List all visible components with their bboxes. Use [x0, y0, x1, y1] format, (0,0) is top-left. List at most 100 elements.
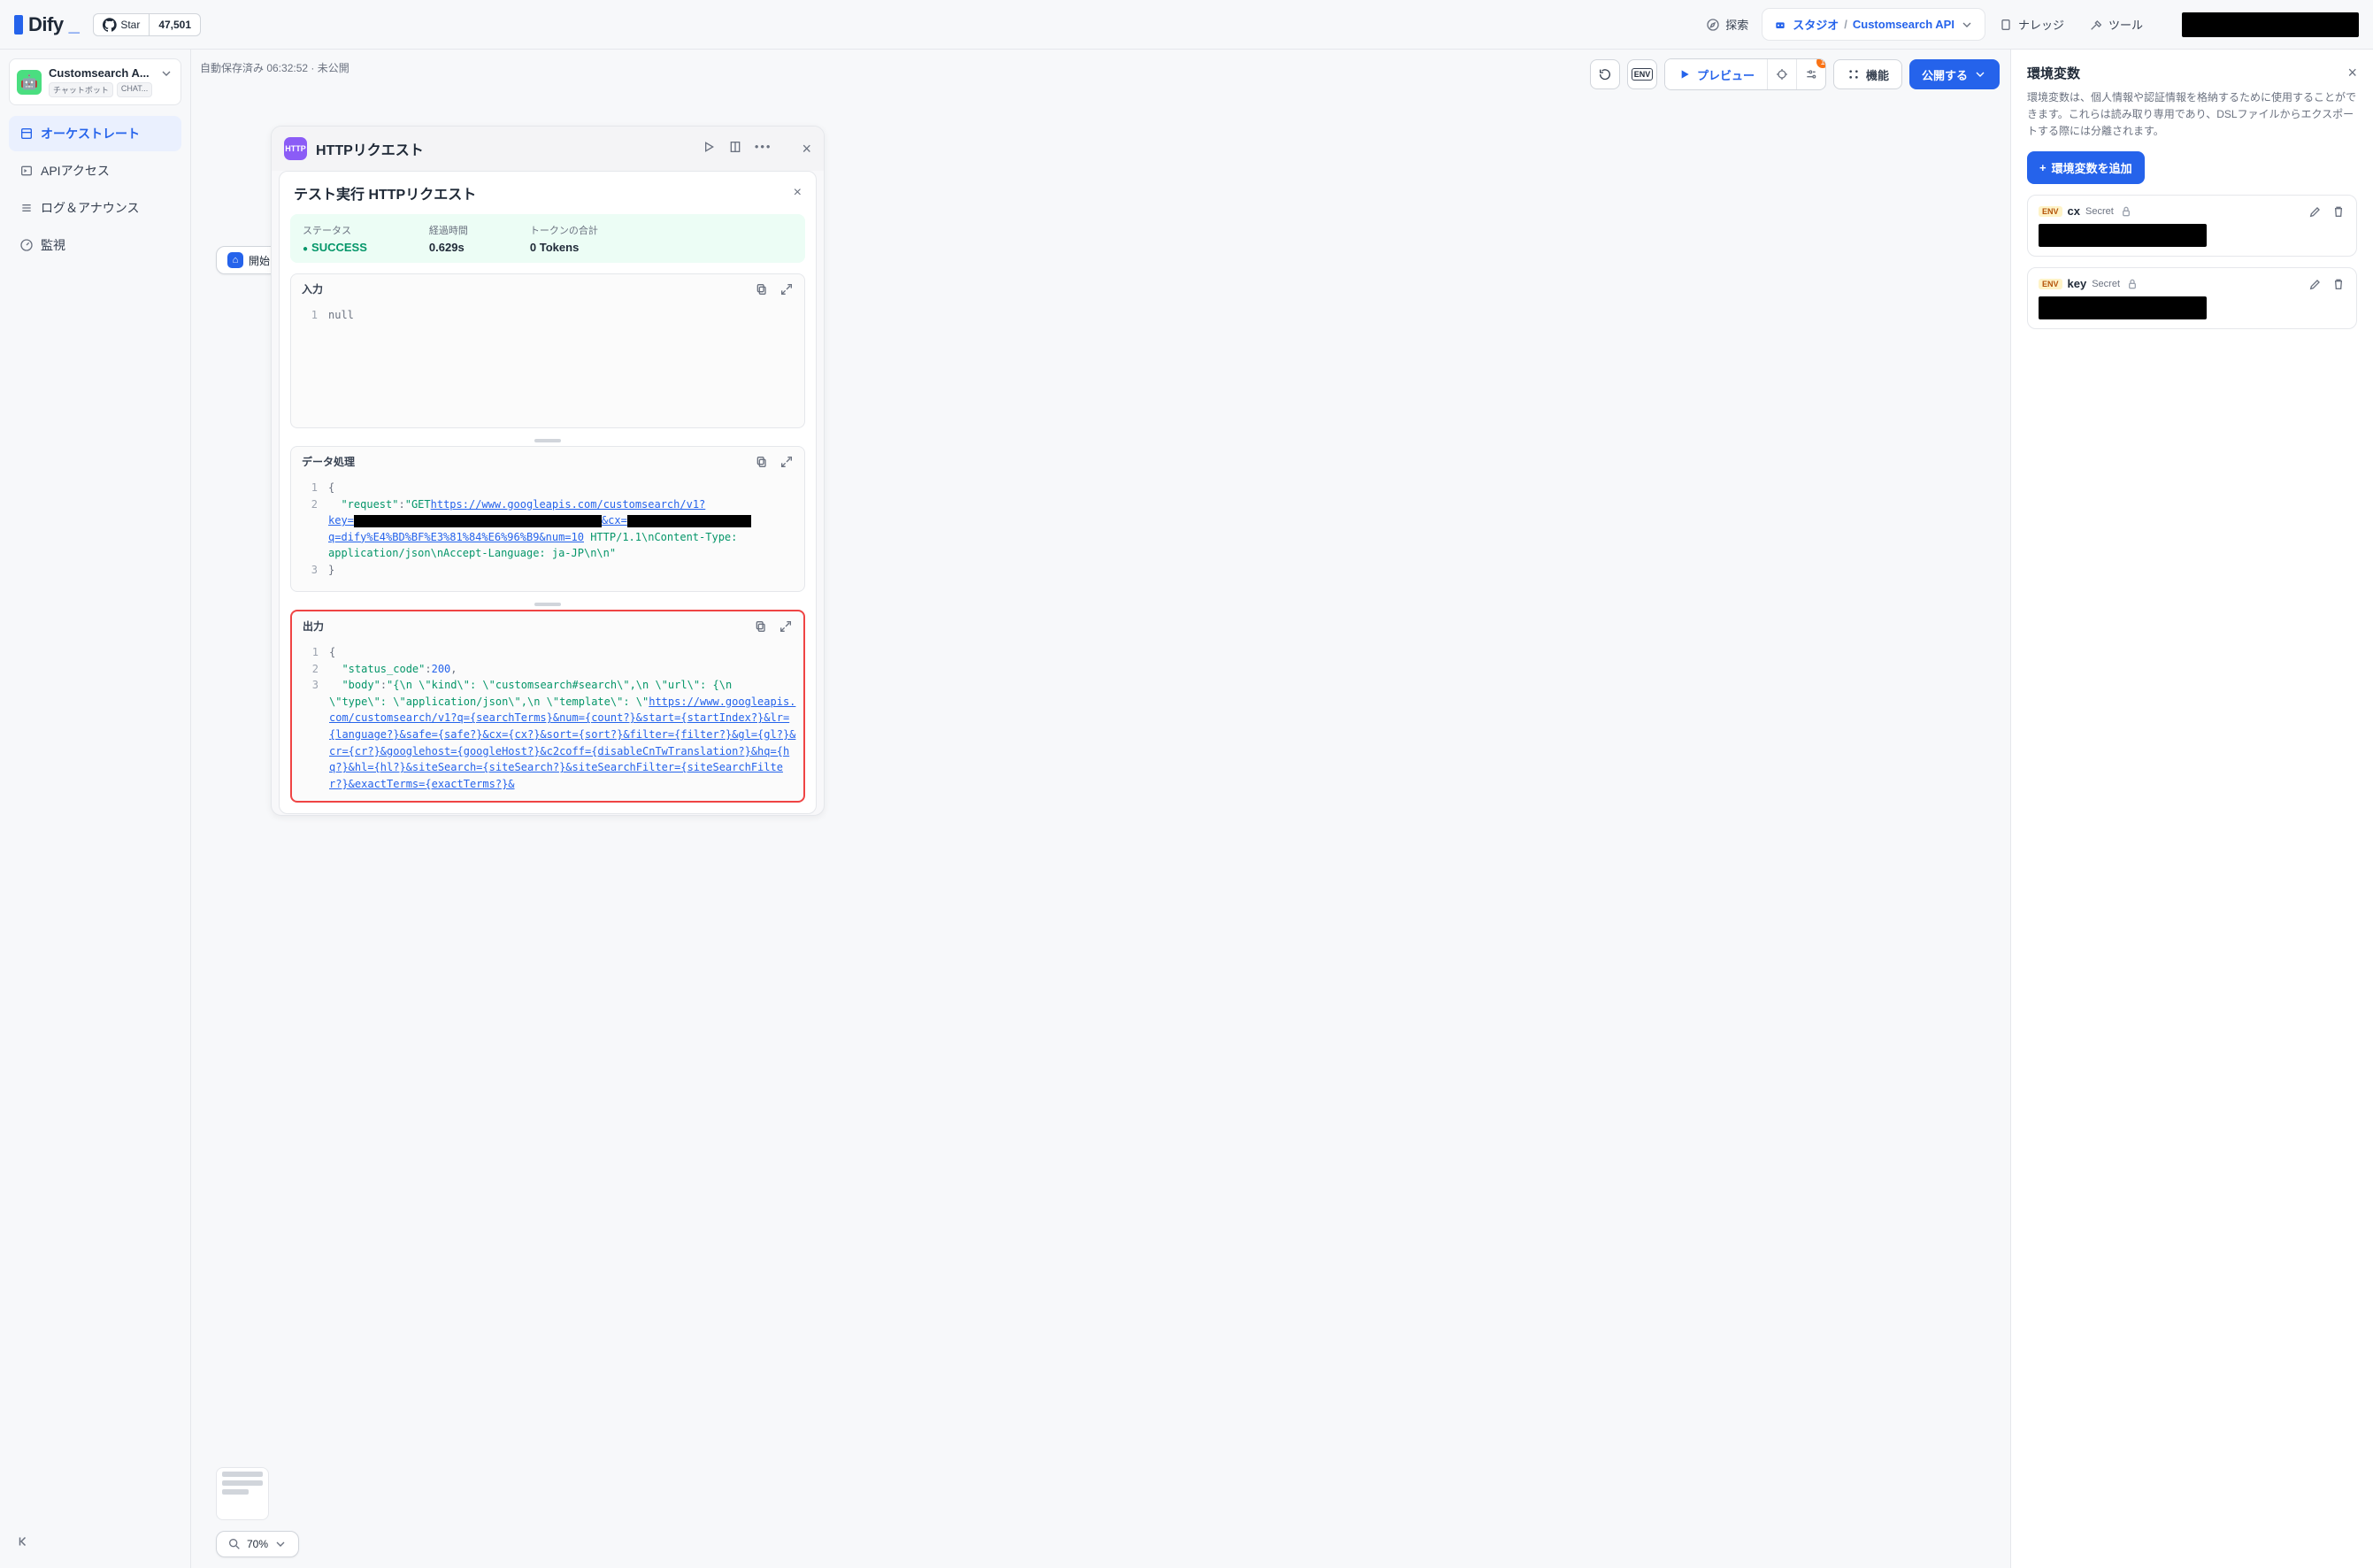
hammer-icon	[2089, 18, 2103, 32]
app-tag: CHAT...	[117, 82, 152, 97]
logo[interactable]: Dify_	[14, 13, 79, 36]
canvas[interactable]: 自動保存済み 06:32:52 · 未公開 ENV プレビュー 機能 公開する	[191, 50, 2010, 1568]
nav-studio[interactable]: スタジオ / Customsearch API	[1762, 9, 1985, 40]
sidebar-item-logs[interactable]: ログ＆アナウンス	[9, 190, 181, 226]
logo-stripe-icon	[14, 15, 23, 35]
compass-icon	[1706, 18, 1720, 32]
preview-button[interactable]: プレビュー	[1665, 59, 1767, 89]
app-switcher[interactable]: 🤖 Customsearch A... チャットボット CHAT...	[9, 58, 181, 105]
env-description: 環境変数は、個人情報や認証情報を格納するために使用することができます。これらは読…	[2027, 89, 2357, 141]
github-star-count: 47,501	[150, 15, 200, 35]
env-icon: ENV	[1632, 68, 1654, 81]
env-panel: 環境変数 × 環境変数は、個人情報や認証情報を格納するために使用することができま…	[2010, 50, 2373, 1568]
edit-icon[interactable]	[2308, 204, 2323, 219]
github-star-label: Star	[94, 14, 150, 35]
terminal-icon	[19, 164, 34, 178]
test-run-title: テスト実行 HTTPリクエスト	[294, 182, 476, 204]
bug-icon	[1775, 67, 1789, 81]
chevron-down-icon[interactable]	[159, 66, 173, 81]
nav-links: 探索 スタジオ / Customsearch API ナレッジ ツール	[1695, 9, 2154, 40]
github-star[interactable]: Star 47,501	[93, 13, 201, 36]
book-icon[interactable]	[728, 140, 742, 154]
nav-explore[interactable]: 探索	[1695, 9, 1759, 40]
sidebar: 🤖 Customsearch A... チャットボット CHAT... オーケス…	[0, 50, 191, 1568]
env-button[interactable]: ENV	[1627, 59, 1657, 89]
history-icon	[1598, 67, 1612, 81]
nav-knowledge[interactable]: ナレッジ	[1988, 9, 2075, 40]
sidebar-item-api[interactable]: APIアクセス	[9, 153, 181, 188]
minimap[interactable]	[216, 1467, 269, 1520]
trash-icon[interactable]	[2331, 277, 2346, 291]
http-panel-header: HTTP HTTPリクエスト ••• ×	[272, 127, 824, 171]
env-secret-label: Secret	[2092, 279, 2120, 289]
env-badge-icon: ENV	[2039, 279, 2062, 289]
robot-icon	[1773, 18, 1787, 32]
output-block: 出力 1{ 2 "status_code": 200, 3 "body": "{…	[290, 610, 805, 803]
env-var-value	[2039, 224, 2207, 247]
env-badge-icon: ENV	[2039, 206, 2062, 217]
env-var-row: ENV key Secret	[2027, 267, 2357, 329]
app-tag: チャットボット	[49, 82, 113, 97]
input-label: 入力	[302, 281, 323, 296]
test-run-panel: テスト実行 HTTPリクエスト × ステータス SUCCESS 経過時間 0.6…	[279, 171, 817, 814]
checklist-button[interactable]	[1797, 59, 1825, 89]
publish-button[interactable]: 公開する	[1909, 59, 2000, 89]
debug-button[interactable]	[1768, 59, 1796, 89]
nav-tools[interactable]: ツール	[2078, 9, 2154, 40]
tokens-label: トークンの合計	[530, 223, 598, 237]
add-env-var-button[interactable]: + 環境変数を追加	[2027, 151, 2145, 184]
sidebar-item-monitor[interactable]: 監視	[9, 227, 181, 263]
output-label: 出力	[303, 619, 324, 634]
sliders-icon	[1804, 67, 1818, 81]
env-secret-label: Secret	[2085, 206, 2114, 217]
expand-icon[interactable]	[779, 282, 794, 296]
copy-icon[interactable]	[754, 619, 768, 634]
input-value: null	[328, 307, 354, 324]
http-badge-icon: HTTP	[284, 137, 307, 160]
plus-icon: +	[2039, 161, 2047, 174]
chevron-down-icon[interactable]	[1960, 18, 1974, 32]
autosave-status: 自動保存済み 06:32:52 · 未公開	[200, 60, 349, 75]
env-var-name: key	[2068, 277, 2087, 290]
data-label: データ処理	[302, 454, 355, 469]
lock-icon	[2119, 204, 2133, 219]
document-icon	[1999, 18, 2013, 32]
breadcrumb-app: Customsearch API	[1853, 18, 1954, 31]
zoom-control[interactable]: 70%	[216, 1531, 299, 1557]
status-value: SUCCESS	[303, 241, 367, 254]
logo-text: Dify	[28, 13, 64, 36]
chevron-down-icon	[273, 1537, 288, 1551]
sidebar-item-orchestrate[interactable]: オーケストレート	[9, 116, 181, 151]
resize-grip[interactable]	[534, 439, 561, 442]
play-icon	[1678, 67, 1692, 81]
more-icon[interactable]: •••	[755, 140, 772, 158]
sidebar-collapse[interactable]	[9, 1526, 181, 1559]
play-icon[interactable]	[702, 140, 716, 154]
user-menu[interactable]	[2182, 12, 2359, 37]
breadcrumb-sep: /	[1844, 18, 1847, 31]
undo-history-button[interactable]	[1590, 59, 1620, 89]
input-block: 入力 1null	[290, 273, 805, 428]
close-icon[interactable]: ×	[802, 140, 811, 158]
tokens-value: 0 Tokens	[530, 241, 598, 254]
layout-icon	[19, 127, 34, 141]
env-title: 環境変数	[2027, 64, 2080, 82]
copy-icon[interactable]	[755, 455, 769, 469]
top-nav: Dify_ Star 47,501 探索 スタジオ / Customsearch…	[0, 0, 2373, 50]
data-code: 1{ 2 "request": "GET https://www.googlea…	[291, 476, 804, 591]
trash-icon[interactable]	[2331, 204, 2346, 219]
http-request-panel: HTTP HTTPリクエスト ••• × テスト実行 HTTPリクエスト × ス…	[271, 126, 825, 816]
copy-icon[interactable]	[755, 282, 769, 296]
env-var-name: cx	[2068, 204, 2080, 218]
expand-icon[interactable]	[779, 619, 793, 634]
resize-grip[interactable]	[534, 603, 561, 606]
close-icon[interactable]: ×	[794, 185, 802, 201]
elapsed-value: 0.629s	[429, 241, 468, 254]
expand-icon[interactable]	[779, 455, 794, 469]
app-name: Customsearch A...	[49, 66, 155, 80]
close-icon[interactable]: ×	[2347, 64, 2357, 82]
http-title: HTTPリクエスト	[316, 138, 424, 159]
features-button[interactable]: 機能	[1833, 59, 1902, 89]
home-icon: ⌂	[227, 252, 243, 268]
edit-icon[interactable]	[2308, 277, 2323, 291]
